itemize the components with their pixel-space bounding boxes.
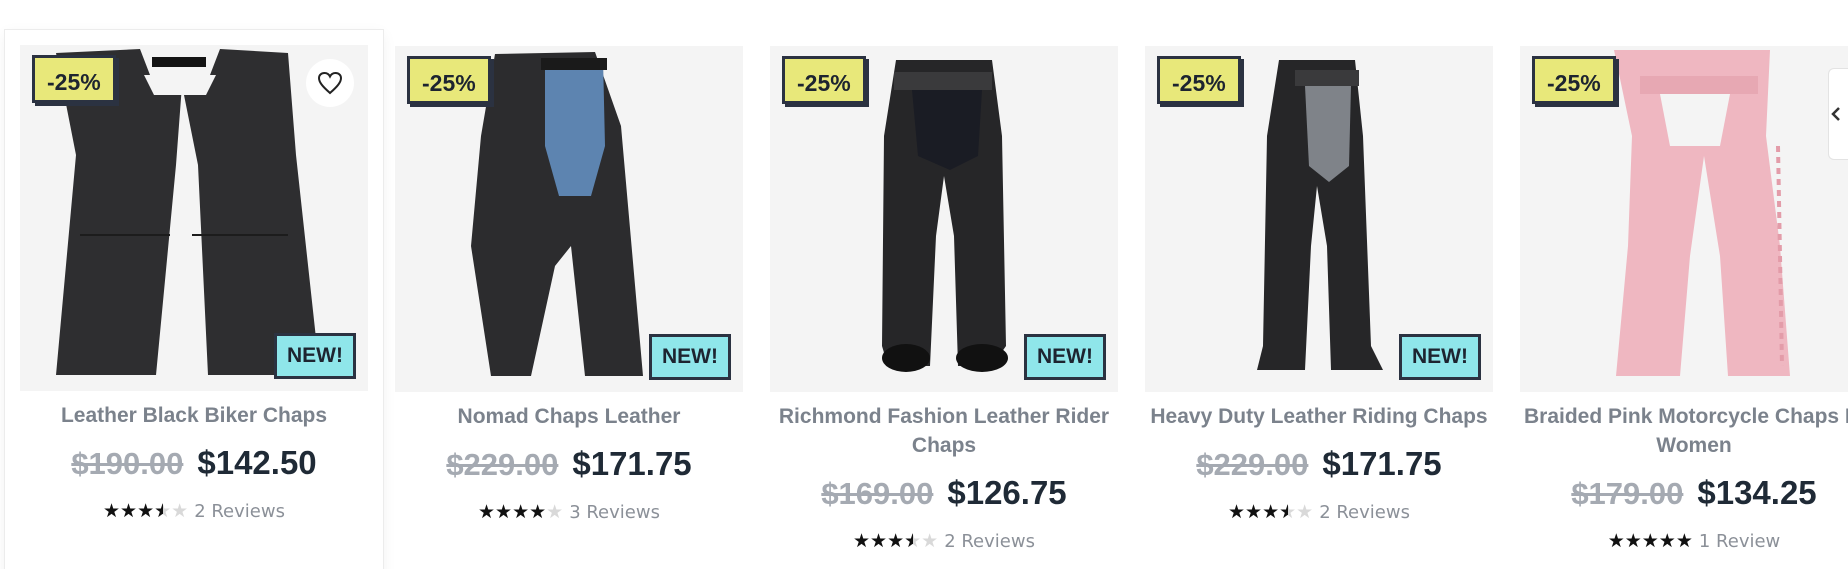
product-card[interactable]: -25% NEW! Nomad Chaps Leather $229.00 $17… [395, 46, 743, 523]
carousel-arrow-button[interactable] [1828, 68, 1848, 160]
product-carousel: -25% NEW! Leather Black Biker Chaps $190… [0, 0, 1848, 569]
product-image[interactable]: -25% NEW! [770, 46, 1118, 392]
product-title-line[interactable]: Braided Pink Motorcycle Chaps For [1524, 402, 1848, 431]
new-badge: NEW! [1399, 334, 1481, 380]
discount-badge: -25% [407, 56, 491, 104]
product-title-line[interactable]: Chaps [774, 431, 1114, 460]
product-prices: $169.00 $126.75 [770, 474, 1118, 512]
product-title[interactable]: Richmond Fashion Leather Rider Chaps [770, 402, 1118, 460]
review-count[interactable]: 2 Reviews [944, 531, 1035, 552]
product-title[interactable]: Braided Pink Motorcycle Chaps For Women [1520, 402, 1848, 460]
product-title[interactable]: Heavy Duty Leather Riding Chaps [1145, 402, 1493, 431]
product-title[interactable]: Leather Black Biker Chaps [20, 401, 368, 430]
review-count[interactable]: 2 Reviews [1319, 502, 1410, 523]
new-badge: NEW! [649, 334, 731, 380]
star-rating-icon: ★★★★★★★★★★ [1607, 530, 1693, 552]
chevron-left-icon [1831, 107, 1840, 121]
product-prices: $179.00 $134.25 [1520, 474, 1848, 512]
star-rating-icon: ★★★★★★★★★★ [1228, 501, 1314, 523]
sale-price: $134.25 [1697, 474, 1817, 511]
product-rating[interactable]: ★★★★★★★★★★2 Reviews [1145, 501, 1493, 523]
product-title-line[interactable]: Richmond Fashion Leather Rider [774, 402, 1114, 431]
review-count[interactable]: 1 Review [1699, 531, 1780, 552]
star-rating-icon: ★★★★★★★★★★ [103, 500, 189, 522]
product-rating[interactable]: ★★★★★ ★★★★★ 1 Review [1520, 530, 1848, 552]
review-count[interactable]: 3 Reviews [569, 502, 660, 523]
original-price: $179.00 [1571, 476, 1684, 511]
discount-badge: -25% [1157, 56, 1241, 104]
product-title-line[interactable]: Leather Black Biker Chaps [24, 401, 364, 430]
sale-price: $171.75 [1322, 445, 1442, 482]
discount-badge: -25% [782, 56, 866, 104]
product-image[interactable]: -25% NEW! [1145, 46, 1493, 392]
product-card[interactable]: -25% NEW! Heavy Duty Leather Riding Chap… [1145, 46, 1493, 523]
sale-price: $171.75 [572, 445, 692, 482]
original-price: $169.00 [821, 476, 934, 511]
product-prices: $229.00 $171.75 [1145, 445, 1493, 483]
product-rating[interactable]: ★★★★★★★★★★2 Reviews [770, 530, 1118, 552]
product-card[interactable]: -25% NEW! Leather Black Biker Chaps $190… [5, 30, 383, 569]
sale-price: $126.75 [947, 474, 1067, 511]
review-count[interactable]: 2 Reviews [194, 501, 285, 522]
star-rating-icon: ★★★★★★★★★★ [478, 501, 564, 523]
sale-price: $142.50 [197, 444, 317, 481]
product-title-line[interactable]: Heavy Duty Leather Riding Chaps [1149, 402, 1489, 431]
product-image[interactable]: -25% NEW! [395, 46, 743, 392]
star-rating-icon: ★★★★★★★★★★ [853, 530, 939, 552]
product-prices: $229.00 $171.75 [395, 445, 743, 483]
product-image[interactable]: -25% NEW! [20, 45, 368, 391]
discount-badge: -25% [32, 55, 116, 103]
product-title-line[interactable]: Nomad Chaps Leather [399, 402, 739, 431]
wishlist-heart-icon[interactable] [306, 59, 354, 107]
product-card[interactable]: -25% NEW! Richmond Fashion Leather Rider… [770, 46, 1118, 552]
product-title-line[interactable]: Women [1524, 431, 1848, 460]
product-rating[interactable]: ★★★★★★★★★★3 Reviews [395, 501, 743, 523]
original-price: $190.00 [71, 446, 184, 481]
product-title[interactable]: Nomad Chaps Leather [395, 402, 743, 431]
product-image[interactable]: -25% [1520, 46, 1848, 392]
product-prices: $190.00 $142.50 [20, 444, 368, 482]
product-rating[interactable]: ★★★★★★★★★★2 Reviews [20, 500, 368, 522]
new-badge: NEW! [1024, 334, 1106, 380]
original-price: $229.00 [1196, 447, 1309, 482]
original-price: $229.00 [446, 447, 559, 482]
product-card[interactable]: -25% Braided Pink Motorcycle Chaps For W… [1520, 46, 1848, 552]
discount-badge: -25% [1532, 56, 1616, 104]
new-badge: NEW! [274, 333, 356, 379]
